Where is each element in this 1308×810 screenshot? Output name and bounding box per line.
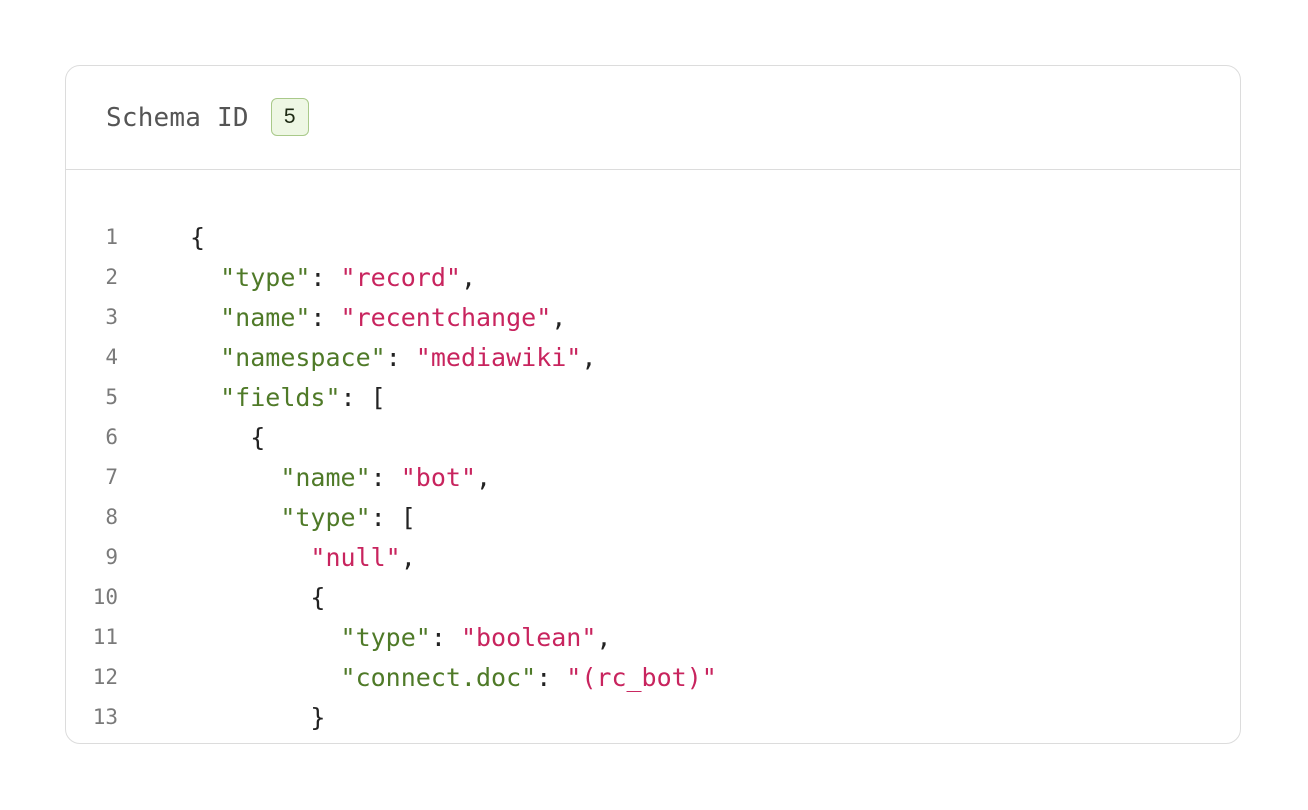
json-punctuation: :	[385, 342, 416, 372]
line-code: "type": [	[190, 502, 416, 532]
json-punctuation: {	[310, 582, 326, 612]
line-number: 4	[105, 345, 118, 369]
code-line: 9 "null",	[66, 537, 1240, 577]
json-key: "connect.doc"	[340, 662, 537, 692]
json-punctuation: :	[536, 662, 567, 692]
json-punctuation: : [	[370, 502, 416, 532]
json-punctuation: :	[430, 622, 461, 652]
line-code: "type": "record",	[190, 263, 476, 292]
line-code: {	[190, 423, 265, 452]
line-number: 5	[105, 385, 118, 409]
json-punctuation: ,	[551, 302, 567, 332]
code-line: 3 "name": "recentchange",	[66, 297, 1240, 337]
line-code: {	[190, 583, 325, 612]
code-line: 1{	[66, 217, 1240, 257]
code-line: 7 "name": "bot",	[66, 457, 1240, 497]
code-line: 5 "fields": [	[66, 377, 1240, 417]
line-code: }	[190, 703, 325, 732]
json-string: "null"	[310, 542, 401, 572]
code-line: 13 }	[66, 697, 1240, 737]
json-key: "name"	[280, 462, 371, 492]
json-string: "recentchange"	[340, 302, 552, 332]
code-line: 10 {	[66, 577, 1240, 617]
json-punctuation: ]	[280, 743, 295, 744]
line-code: "name": "recentchange",	[190, 303, 566, 332]
json-punctuation: ,	[476, 462, 492, 492]
line-number: 13	[92, 705, 118, 729]
schema-card: Schema ID 5 1{2 "type": "record", 3 "name…	[65, 65, 1241, 744]
json-punctuation: }	[310, 702, 326, 732]
json-punctuation: ,	[460, 262, 477, 292]
code-line: 11 "type": "boolean",	[66, 617, 1240, 657]
line-code: "type": "boolean",	[190, 622, 612, 652]
line-number: 8	[105, 505, 118, 529]
line-code: "name": "bot",	[190, 463, 491, 492]
json-key: "namespace"	[220, 342, 386, 372]
schema-header: Schema ID 5	[66, 66, 1240, 170]
line-code: "namespace": "mediawiki",	[190, 343, 596, 372]
json-punctuation: :	[370, 462, 401, 492]
code-line: 14 ]	[66, 737, 1240, 744]
json-punctuation: ,	[400, 542, 416, 572]
line-number: 3	[105, 305, 118, 329]
json-key: "type"	[340, 622, 431, 652]
line-number: 6	[105, 425, 118, 449]
json-punctuation: {	[190, 222, 206, 252]
line-number: 2	[105, 265, 118, 289]
schema-id-badge: 5	[270, 97, 309, 136]
json-punctuation: :	[310, 262, 341, 292]
line-number: 10	[92, 585, 118, 609]
line-code: ]	[190, 743, 295, 744]
code-line: 12 "connect.doc": "(rc_bot)"	[66, 657, 1240, 697]
line-code: "fields": [	[190, 383, 386, 412]
json-string: "boolean"	[460, 622, 597, 652]
json-key: "type"	[220, 262, 311, 292]
code-lines: 1{2 "type": "record", 3 "name": "recentch…	[66, 217, 1240, 744]
json-punctuation: ,	[596, 622, 612, 652]
code-line: 8 "type": [	[66, 497, 1240, 537]
code-viewer[interactable]: 1{2 "type": "record", 3 "name": "recentch…	[66, 170, 1240, 744]
line-number: 7	[105, 465, 118, 489]
line-code: "connect.doc": "(rc_bot)"	[190, 663, 717, 692]
json-punctuation: {	[250, 422, 266, 452]
json-key: "fields"	[220, 382, 341, 412]
code-line: 4 "namespace": "mediawiki",	[66, 337, 1240, 377]
json-key: "type"	[280, 502, 371, 532]
json-key: "name"	[220, 302, 311, 332]
line-number: 11	[92, 625, 118, 649]
json-string: "bot"	[400, 462, 476, 492]
json-punctuation: : [	[340, 382, 386, 412]
line-number: 9	[105, 545, 118, 569]
line-number: 12	[92, 665, 118, 689]
json-string: "mediawiki"	[415, 342, 582, 372]
code-line: 6 {	[66, 417, 1240, 457]
json-punctuation: :	[310, 302, 341, 332]
json-string: "record"	[340, 262, 461, 292]
json-string: "(rc_bot)"	[566, 662, 717, 692]
code-line: 2 "type": "record",	[66, 257, 1240, 297]
line-number: 1	[105, 225, 118, 249]
schema-id-label: Schema ID	[106, 102, 249, 133]
line-code: {	[190, 223, 205, 252]
json-punctuation: ,	[581, 342, 597, 372]
line-code: "null",	[190, 542, 416, 572]
